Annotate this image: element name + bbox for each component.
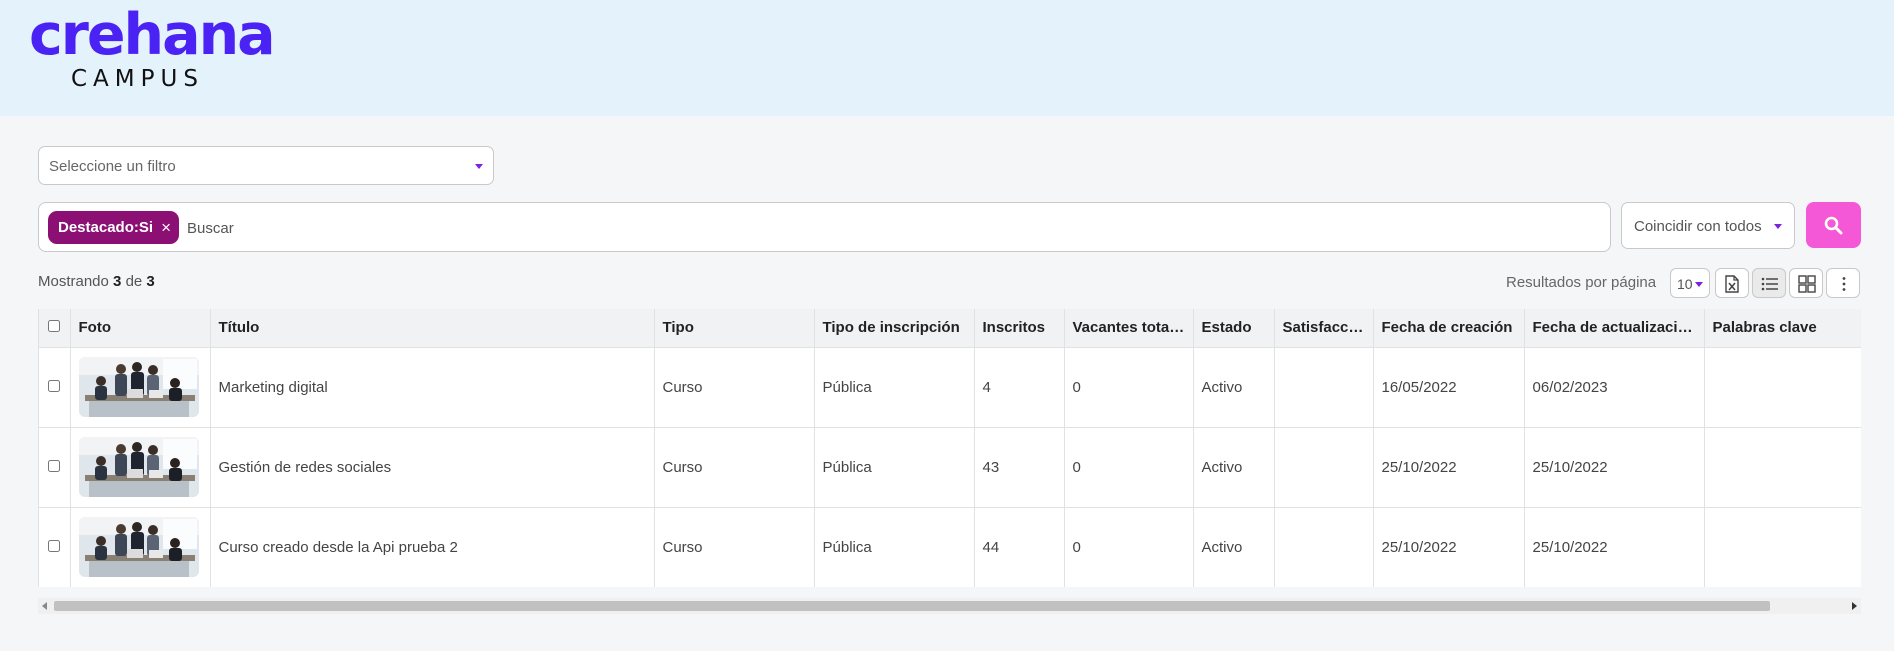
results-summary: Mostrando 3 de 3 — [38, 273, 155, 290]
course-photo[interactable] — [78, 437, 199, 497]
cell-palabras-clave — [1704, 507, 1861, 587]
excel-export-button[interactable] — [1715, 268, 1749, 298]
cell-titulo: Gestión de redes sociales — [210, 427, 655, 508]
column-header-palabras-clave[interactable]: Palabras clave — [1704, 309, 1861, 348]
list-view-button[interactable] — [1752, 268, 1786, 298]
filter-select-placeholder: Seleccione un filtro — [49, 158, 176, 175]
cell-titulo: Marketing digital — [210, 347, 655, 428]
cell-fecha-actualizacion: 06/02/2023 — [1524, 347, 1705, 428]
cell-foto — [70, 347, 211, 428]
filter-chip: Destacado:Si × — [48, 211, 179, 244]
results-total: 3 — [146, 273, 155, 290]
results-prefix: Mostrando — [38, 273, 109, 290]
column-header-fecha-actualizacion[interactable]: Fecha de actualización — [1524, 309, 1705, 348]
cell-inscritos: 44 — [974, 507, 1065, 587]
cell-vacantes: 0 — [1064, 507, 1194, 587]
per-page-label: Resultados por página — [1506, 274, 1657, 291]
cell-tipo-inscripcion: Pública — [814, 347, 975, 428]
table-header-row: Foto Título Tipo Tipo de inscripción Ins… — [39, 309, 1861, 348]
scrollbar-thumb[interactable] — [54, 601, 1770, 611]
cell-satisfaccion — [1274, 347, 1374, 428]
per-page-value: 10 — [1677, 276, 1693, 292]
cell-palabras-clave — [1704, 347, 1861, 428]
excel-export-icon — [1725, 275, 1739, 293]
cell-foto — [70, 507, 211, 587]
close-icon[interactable]: × — [161, 218, 171, 238]
chevron-down-icon — [1695, 282, 1703, 287]
column-header-foto[interactable]: Foto — [70, 309, 211, 348]
cell-satisfaccion — [1274, 507, 1374, 587]
chevron-down-icon — [475, 164, 483, 169]
scroll-right-icon[interactable] — [1852, 602, 1857, 610]
column-header-estado[interactable]: Estado — [1193, 309, 1275, 348]
column-header-satisfaccion[interactable]: Satisfacci… — [1274, 309, 1374, 348]
select-all-checkbox[interactable] — [48, 320, 61, 333]
cell-fecha-actualizacion: 25/10/2022 — [1524, 427, 1705, 508]
grid-view-icon — [1798, 275, 1816, 293]
row-select-cell — [39, 347, 71, 428]
row-select-cell — [39, 427, 71, 508]
course-photo[interactable] — [78, 357, 199, 417]
cell-vacantes: 0 — [1064, 427, 1194, 508]
table-row[interactable]: Curso creado desde la Api prueba 2 Curso P… — [39, 507, 1861, 587]
more-options-icon — [1842, 277, 1846, 291]
chevron-down-icon — [1774, 224, 1782, 229]
column-header-tipo-inscripcion[interactable]: Tipo de inscripción — [814, 309, 975, 348]
list-view-icon — [1761, 277, 1778, 291]
cell-fecha-creacion: 16/05/2022 — [1373, 347, 1525, 428]
filter-select[interactable]: Seleccione un filtro — [38, 146, 494, 185]
courses-table: Foto Título Tipo Tipo de inscripción Ins… — [38, 309, 1861, 587]
select-all-cell — [39, 309, 71, 348]
results-shown: 3 — [113, 273, 122, 290]
brand-subtitle: CAMPUS — [71, 66, 204, 92]
brand-logo[interactable]: crehana — [29, 2, 276, 68]
column-header-vacantes[interactable]: Vacantes total… — [1064, 309, 1194, 348]
row-checkbox[interactable] — [48, 539, 61, 552]
table-row[interactable]: Marketing digital Curso Pública 4 0 Activo 16/… — [39, 347, 1861, 428]
cell-foto — [70, 427, 211, 508]
cell-estado: Activo — [1193, 347, 1275, 428]
cell-tipo: Curso — [654, 347, 815, 428]
row-checkbox[interactable] — [48, 459, 61, 472]
column-header-inscritos[interactable]: Inscritos — [974, 309, 1065, 348]
match-mode-select[interactable]: Coincidir con todos — [1621, 202, 1795, 249]
cell-estado: Activo — [1193, 427, 1275, 508]
results-of: de — [125, 273, 143, 290]
table-row[interactable]: Gestión de redes sociales Curso Pública 43 0… — [39, 427, 1861, 508]
search-input[interactable] — [187, 216, 1587, 240]
filter-chip-label: Destacado:Si — [58, 219, 154, 236]
cell-fecha-creacion: 25/10/2022 — [1373, 507, 1525, 587]
cell-vacantes: 0 — [1064, 347, 1194, 428]
search-icon — [1824, 216, 1843, 235]
search-box[interactable]: Destacado:Si × — [38, 202, 1611, 252]
scroll-left-icon[interactable] — [42, 602, 47, 610]
course-photo[interactable] — [78, 517, 199, 577]
cell-tipo-inscripcion: Pública — [814, 427, 975, 508]
match-mode-value: Coincidir con todos — [1634, 218, 1762, 235]
cell-tipo-inscripcion: Pública — [814, 507, 975, 587]
grid-view-button[interactable] — [1789, 268, 1823, 298]
cell-tipo: Curso — [654, 427, 815, 508]
column-header-tipo[interactable]: Tipo — [654, 309, 815, 348]
per-page-select[interactable]: 10 — [1670, 268, 1710, 298]
cell-tipo: Curso — [654, 507, 815, 587]
row-select-cell — [39, 507, 71, 587]
header-bar: crehana CAMPUS — [0, 0, 1894, 116]
cell-inscritos: 4 — [974, 347, 1065, 428]
column-header-titulo[interactable]: Título — [210, 309, 655, 348]
cell-palabras-clave — [1704, 427, 1861, 508]
more-options-button[interactable] — [1826, 268, 1860, 298]
cell-estado: Activo — [1193, 507, 1275, 587]
cell-titulo: Curso creado desde la Api prueba 2 — [210, 507, 655, 587]
cell-inscritos: 43 — [974, 427, 1065, 508]
cell-fecha-actualizacion: 25/10/2022 — [1524, 507, 1705, 587]
cell-satisfaccion — [1274, 427, 1374, 508]
search-button[interactable] — [1806, 202, 1861, 248]
column-header-fecha-creacion[interactable]: Fecha de creación — [1373, 309, 1525, 348]
cell-fecha-creacion: 25/10/2022 — [1373, 427, 1525, 508]
horizontal-scrollbar[interactable] — [38, 598, 1861, 614]
row-checkbox[interactable] — [48, 379, 61, 392]
